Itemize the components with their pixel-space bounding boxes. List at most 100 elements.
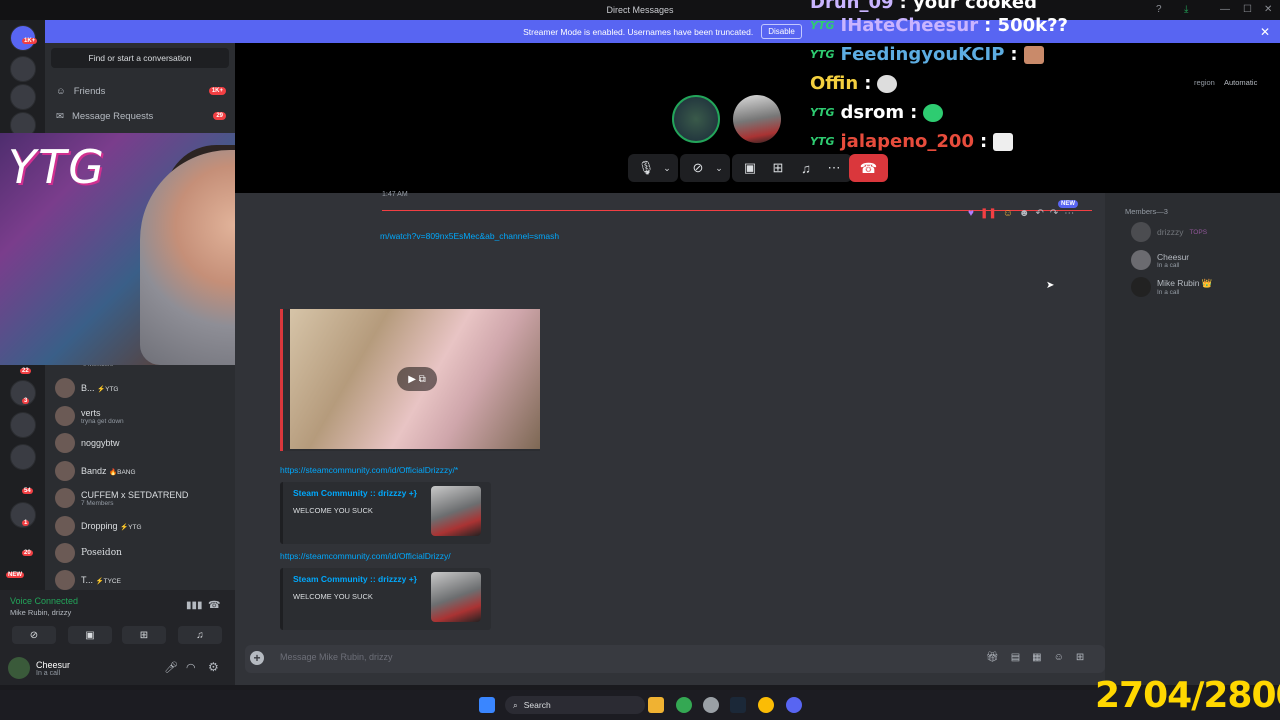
dm-item[interactable]: verts tryna get down	[55, 404, 225, 428]
mail-icon: ✉	[56, 110, 64, 122]
disconnect-icon[interactable]: ☎	[208, 600, 220, 611]
voice-participants: Mike Rubin, drizzy	[10, 608, 72, 617]
window-title: Direct Messages	[606, 5, 674, 15]
member-item[interactable]: drizzzy TOPS	[1131, 222, 1207, 242]
help-icon[interactable]: ?	[1156, 4, 1162, 15]
home-badge: 1K+	[22, 38, 38, 44]
call-participant-avatar[interactable]	[672, 95, 720, 143]
message-link[interactable]: https://steamcommunity.com/id/OfficialDr…	[280, 551, 451, 561]
embed-thumbnail[interactable]	[431, 486, 481, 536]
gear-icon[interactable]: ⚙	[208, 660, 219, 674]
dm-item[interactable]: T... ⚡TYCE	[55, 568, 225, 592]
embed-description: WELCOME YOU SUCK	[293, 592, 373, 601]
play-icon[interactable]: ▶ ⧉	[397, 367, 437, 391]
emote-icon	[923, 103, 944, 122]
server-icon[interactable]	[10, 412, 36, 438]
chat-badge: YTG	[810, 135, 835, 148]
share-screen-button[interactable]: ▣	[68, 626, 112, 644]
smile-icon[interactable]: ☺	[1003, 208, 1013, 219]
file-explorer-icon[interactable]	[648, 697, 664, 713]
app-icon[interactable]	[703, 697, 719, 713]
emoji-icon[interactable]: ☻	[1019, 208, 1030, 219]
more-icon[interactable]: ⋯	[1064, 208, 1074, 219]
soundboard-button[interactable]: ♫	[178, 626, 222, 644]
chrome-canary-icon[interactable]	[758, 697, 774, 713]
signal-icon[interactable]: ▮▮▮	[186, 600, 203, 611]
chevron-down-icon[interactable]: ⌄	[712, 154, 726, 182]
server-icon[interactable]	[10, 84, 36, 110]
dm-item[interactable]: Dropping ⚡YTG	[55, 514, 225, 538]
screen-share-icon[interactable]: ▣	[736, 154, 764, 182]
soundboard-icon: ♫	[196, 629, 204, 641]
download-icon[interactable]: ⤓	[1184, 4, 1188, 15]
microphone-icon[interactable]: 🎤︎	[164, 661, 178, 674]
heart-icon[interactable]: ♥	[968, 208, 974, 219]
maximize-icon[interactable]: ☐	[1243, 4, 1252, 15]
reply-icon[interactable]: ↶	[1035, 208, 1043, 219]
chevron-down-icon[interactable]: ⌄	[660, 154, 674, 182]
dm-name: Bandz	[81, 466, 107, 476]
minimize-icon[interactable]: —	[1220, 4, 1230, 15]
gamepad-icon[interactable]: ⊞	[764, 154, 792, 182]
avatar[interactable]	[8, 657, 30, 679]
friends-badge: 1K+	[208, 87, 226, 95]
windows-start-icon[interactable]	[479, 697, 495, 713]
call-participant-avatar[interactable]	[733, 95, 781, 143]
apps-icon[interactable]: ⊞	[1076, 652, 1084, 663]
close-window-icon[interactable]: ✕	[1264, 4, 1272, 15]
embed-title[interactable]: Steam Community :: drizzzy +}	[293, 574, 417, 584]
gif-icon[interactable]: ▤	[1011, 652, 1020, 663]
camera-off-icon[interactable]: ⊘	[684, 154, 712, 182]
voice-connected-label[interactable]: Voice Connected	[10, 596, 78, 606]
message-actions: ♥ ❚❚ ☺ ☻ ↶ ↷ ⋯	[968, 208, 1074, 219]
member-name: drizzzy	[1157, 227, 1184, 237]
forward-icon[interactable]: ↷	[1050, 208, 1058, 219]
dm-item[interactable]: B... ⚡YTG	[55, 376, 225, 400]
embed-title[interactable]: Steam Community :: drizzzy +}	[293, 488, 417, 498]
member-name: Cheesur	[1157, 251, 1190, 262]
dm-tag: 🔥BANG	[109, 469, 136, 476]
dm-item[interactable]: Poseidon	[55, 541, 225, 565]
dm-item[interactable]: Bandz 🔥BANG	[55, 459, 225, 483]
member-tag: TOPS	[1189, 228, 1208, 236]
bars-icon[interactable]: ❚❚	[980, 208, 997, 219]
server-icon[interactable]	[10, 56, 36, 82]
gift-icon[interactable]: 🎁︎	[986, 652, 999, 663]
dm-name: noggybtw	[81, 438, 120, 448]
more-icon[interactable]: ⋯	[820, 154, 848, 182]
stream-goal-counter: 2704/2800	[1095, 675, 1280, 716]
dm-name: CUFFEM x SETDATREND	[81, 489, 189, 500]
sidebar-item-friends[interactable]: ☺ Friends 1K+	[56, 81, 226, 101]
dm-item[interactable]: CUFFEM x SETDATREND 7 Members	[55, 486, 225, 510]
discord-icon[interactable]	[786, 697, 802, 713]
taskbar-search[interactable]: ⌕ Search	[505, 696, 645, 714]
emoji-icon[interactable]: ☺	[1054, 652, 1064, 663]
activities-button[interactable]: ⊞	[122, 626, 166, 644]
add-attachment-icon[interactable]: +	[250, 651, 264, 665]
close-banner-icon[interactable]: ✕	[1260, 25, 1270, 39]
headphones-icon[interactable]: ◠	[186, 661, 196, 674]
find-conversation-button[interactable]: Find or start a conversation	[51, 48, 229, 68]
embed-thumbnail[interactable]	[431, 572, 481, 622]
region-select[interactable]: Automatic	[1224, 78, 1257, 87]
message-link[interactable]: m/watch?v=809nx5EsMec&ab_channel=smash	[380, 231, 559, 241]
server-badge: 54	[22, 488, 33, 494]
message-link[interactable]: https://steamcommunity.com/id/OfficialDr…	[280, 465, 458, 475]
soundboard-icon[interactable]: ♫	[792, 154, 820, 182]
user-name: Cheesur	[36, 659, 71, 670]
chat-badge: YTG	[810, 48, 835, 61]
sticker-icon[interactable]: ▦	[1032, 652, 1041, 663]
chrome-icon[interactable]	[676, 697, 692, 713]
member-item[interactable]: Cheesur In a call	[1131, 250, 1189, 270]
search-label: Search	[523, 700, 551, 710]
member-item[interactable]: Mike Rubin 👑 In a call	[1131, 277, 1213, 297]
disable-button[interactable]: Disable	[761, 24, 802, 39]
camera-off-button[interactable]: ⊘	[12, 626, 56, 644]
steam-icon[interactable]	[730, 697, 746, 713]
microphone-icon[interactable]: 🎙︎	[632, 154, 660, 182]
server-icon[interactable]	[10, 444, 36, 470]
new-badge: NEW	[6, 572, 24, 578]
dm-item[interactable]: noggybtw	[55, 431, 225, 455]
sidebar-item-message-requests[interactable]: ✉ Message Requests 29	[56, 106, 226, 126]
hang-up-button[interactable]: ☎	[849, 154, 888, 182]
